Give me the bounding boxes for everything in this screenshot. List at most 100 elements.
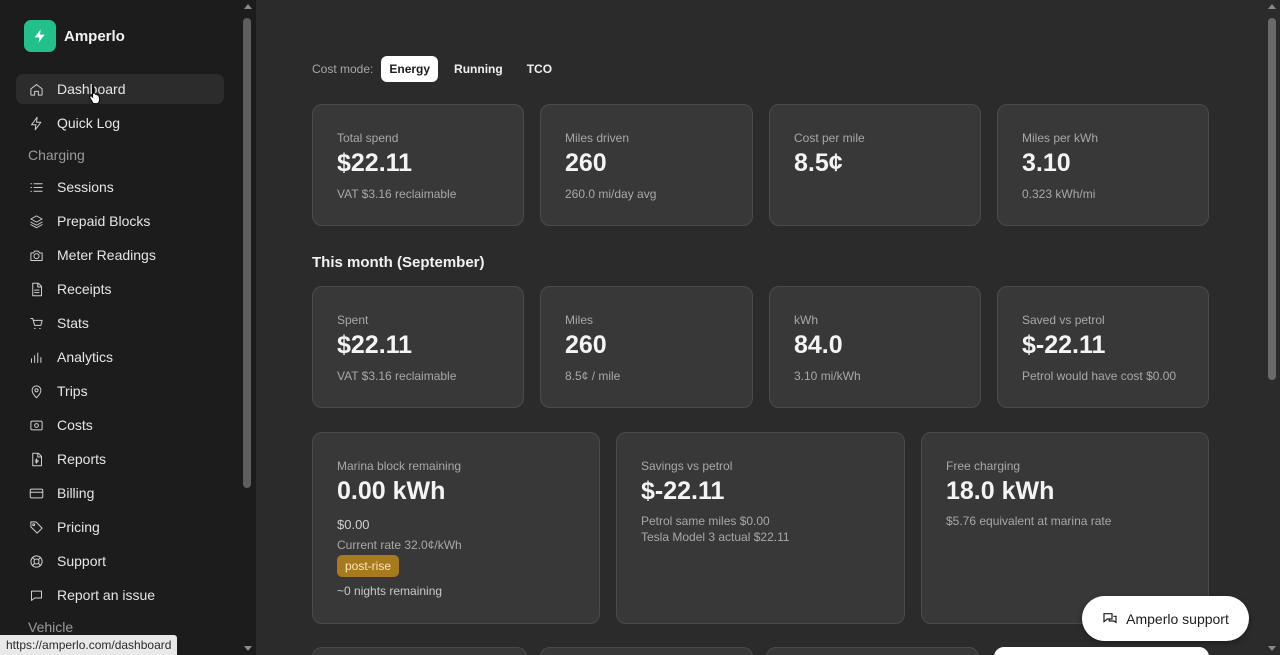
sidebar-item-label: Reports — [57, 451, 107, 467]
sidebar-item-costs[interactable]: Costs — [16, 410, 224, 440]
next-card — [766, 647, 979, 655]
scroll-down-icon[interactable] — [1268, 646, 1276, 651]
sidebar-item-label: Support — [57, 553, 107, 569]
sidebar-item-label: Trips — [57, 383, 88, 399]
status-badge: post-rise — [337, 555, 400, 577]
card-value: $-22.11 — [641, 477, 725, 505]
support-button-label: Amperlo support — [1126, 610, 1229, 627]
sidebar-item-label: Receipts — [57, 281, 112, 297]
nav-section-vehicle: Vehicle — [28, 619, 74, 635]
card-label: Spent — [337, 313, 369, 327]
main-content: Cost mode: Energy Running TCO Total spen… — [256, 0, 1264, 655]
support-chat-button[interactable]: Amperlo support — [1082, 596, 1249, 641]
kwh-card: kWh 84.0 3.10 mi/kWh — [769, 286, 981, 408]
scroll-up-icon[interactable] — [1268, 4, 1276, 9]
sidebar-item-quick-log[interactable]: Quick Log — [16, 108, 224, 138]
chat-icon — [28, 587, 44, 603]
next-card — [540, 647, 753, 655]
miles-card: Miles 260 8.5¢ / mile — [540, 286, 753, 408]
saved-vs-petrol-card: Saved vs petrol $-22.11 Petrol would hav… — [997, 286, 1209, 408]
card-value: $-22.11 — [1022, 331, 1106, 359]
scroll-up-icon[interactable] — [244, 4, 252, 9]
card-label: Miles per kWh — [1022, 131, 1099, 145]
marina-amount: $0.00 — [337, 517, 370, 532]
cost-per-mile-card: Cost per mile 8.5¢ — [769, 104, 981, 226]
sidebar-item-dashboard[interactable]: Dashboard — [16, 74, 224, 104]
next-card — [994, 647, 1209, 655]
card-value: $22.11 — [337, 331, 413, 359]
sidebar-item-label: Sessions — [57, 179, 114, 195]
card-label: Saved vs petrol — [1022, 313, 1105, 327]
sidebar-item-billing[interactable]: Billing — [16, 478, 224, 508]
sidebar-item-pricing[interactable]: Pricing — [16, 512, 224, 542]
sidebar-item-label: Report an issue — [57, 587, 156, 603]
sidebar-item-label: Costs — [57, 417, 93, 433]
sidebar-item-label: Quick Log — [57, 115, 121, 131]
card-label: Free charging — [946, 459, 1021, 473]
marina-rate: Current rate 32.0¢/kWh — [337, 538, 462, 552]
main-scroll-thumb[interactable] — [1268, 18, 1276, 380]
card-label: Marina block remaining — [337, 459, 462, 473]
card-value: $22.11 — [337, 149, 413, 177]
sidebar-item-meter-readings[interactable]: Meter Readings — [16, 240, 224, 270]
month-section-title: This month (September) — [312, 254, 485, 271]
brand[interactable]: Amperlo — [24, 20, 125, 52]
cost-mode-energy[interactable]: Energy — [381, 56, 439, 82]
sidebar-item-reports[interactable]: Reports — [16, 444, 224, 474]
card-sub: 8.5¢ / mile — [565, 369, 621, 383]
nav-section-charging: Charging — [28, 147, 85, 163]
app: Amperlo Dashboard Quick Log Charging Ses… — [0, 0, 1280, 655]
cost-mode-label: Cost mode: — [312, 62, 374, 76]
card-value: 0.00 kWh — [337, 477, 446, 505]
card-value: 260 — [565, 331, 607, 359]
card-value: 8.5¢ — [794, 149, 843, 177]
card-label: Savings vs petrol — [641, 459, 733, 473]
main-scrollbar[interactable] — [1264, 0, 1280, 655]
sidebar-scrollbar[interactable] — [240, 0, 256, 655]
next-card — [312, 647, 527, 655]
bolt-logo-icon — [24, 20, 56, 52]
sidebar-item-stats[interactable]: Stats — [16, 308, 224, 338]
card-value: 18.0 kWh — [946, 477, 1055, 505]
card-sub: VAT $3.16 reclaimable — [337, 187, 457, 201]
spent-card: Spent $22.11 VAT $3.16 reclaimable — [312, 286, 524, 408]
card-label: Total spend — [337, 131, 399, 145]
card-label: Cost per mile — [794, 131, 865, 145]
card-sub: Petrol would have cost $0.00 — [1022, 369, 1177, 383]
sidebar-item-analytics[interactable]: Analytics — [16, 342, 224, 372]
bar-chart-icon — [28, 349, 44, 365]
sidebar-item-label: Stats — [57, 315, 89, 331]
sidebar: Amperlo Dashboard Quick Log Charging Ses… — [0, 0, 240, 655]
cost-mode-running[interactable]: Running — [446, 56, 511, 82]
marina-block-card: Marina block remaining 0.00 kWh $0.00 Cu… — [312, 432, 600, 624]
card-value: 260 — [565, 149, 607, 177]
card-sub: VAT $3.16 reclaimable — [337, 369, 457, 383]
layers-icon — [28, 213, 44, 229]
savings-line-tesla: Tesla Model 3 actual $22.11 — [641, 530, 790, 544]
sidebar-item-prepaid-blocks[interactable]: Prepaid Blocks — [16, 206, 224, 236]
sidebar-item-label: Pricing — [57, 519, 100, 535]
total-spend-card: Total spend $22.11 VAT $3.16 reclaimable — [312, 104, 524, 226]
cost-mode-selector: Cost mode: Energy Running TCO — [312, 56, 560, 82]
sidebar-item-sessions[interactable]: Sessions — [16, 172, 224, 202]
chat-bubbles-icon — [1103, 612, 1117, 623]
scroll-down-icon[interactable] — [244, 646, 252, 651]
receipt-icon — [28, 281, 44, 297]
bolt-icon — [28, 115, 44, 131]
card-label: kWh — [794, 313, 818, 327]
file-dollar-icon — [28, 451, 44, 467]
list-icon — [28, 179, 44, 195]
sidebar-item-report-issue[interactable]: Report an issue — [16, 580, 224, 610]
savings-vs-petrol-card: Savings vs petrol $-22.11 Petrol same mi… — [616, 432, 905, 624]
card-sub: 260.0 mi/day avg — [565, 187, 657, 201]
sidebar-item-support[interactable]: Support — [16, 546, 224, 576]
cost-mode-tco[interactable]: TCO — [519, 56, 560, 82]
hand-pointer-icon — [89, 85, 101, 104]
card-sub: 0.323 kWh/mi — [1022, 187, 1096, 201]
sidebar-item-trips[interactable]: Trips — [16, 376, 224, 406]
credit-card-icon — [28, 485, 44, 501]
brand-name: Amperlo — [64, 27, 125, 45]
sidebar-scroll-thumb[interactable] — [243, 18, 251, 488]
sidebar-item-receipts[interactable]: Receipts — [16, 274, 224, 304]
sidebar-item-label: Meter Readings — [57, 247, 156, 263]
